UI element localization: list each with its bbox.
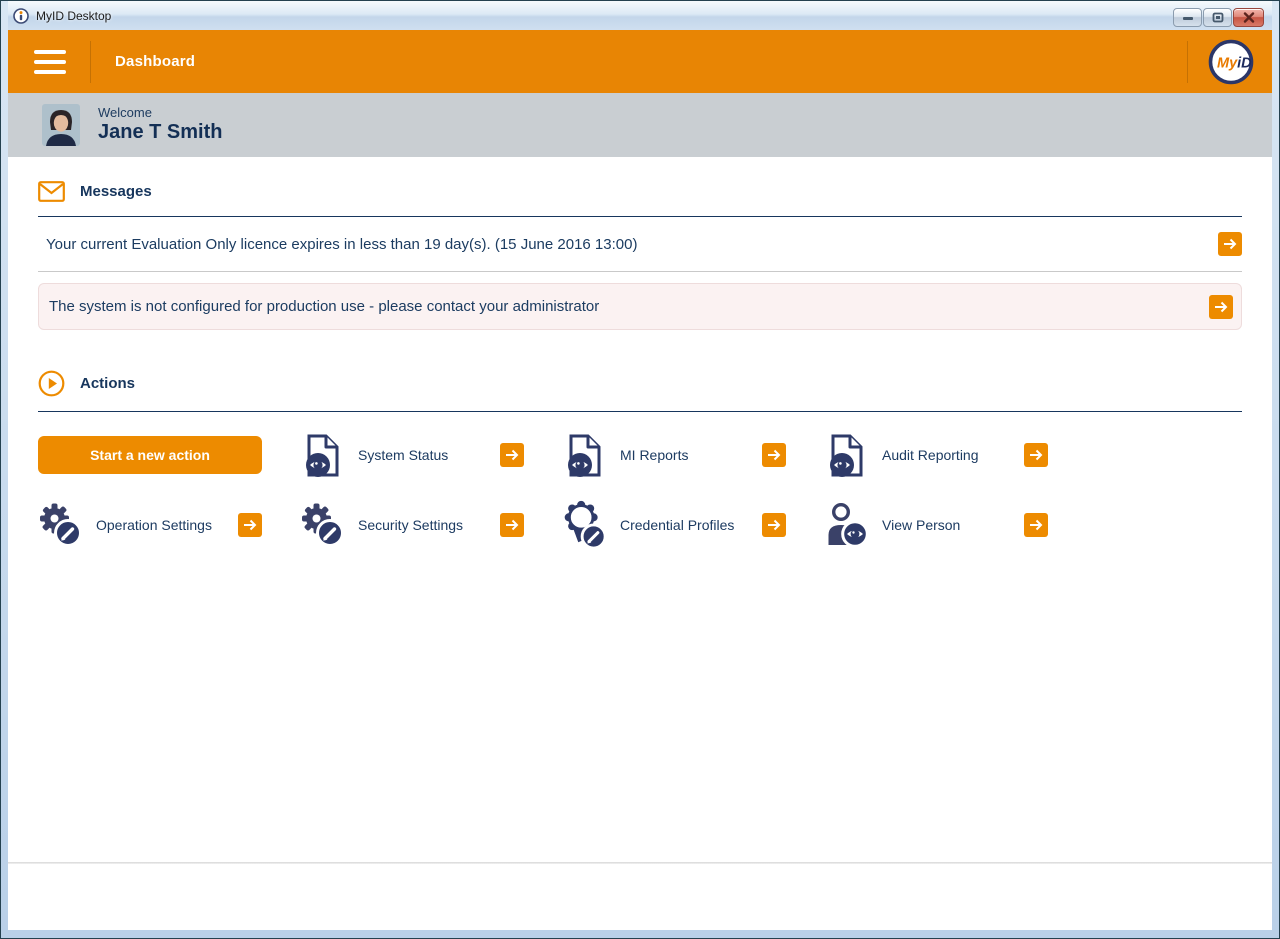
footer-area [8,864,1272,930]
arrow-right-icon [762,443,786,467]
messages-heading-label: Messages [80,183,152,200]
action-label: MI Reports [620,447,688,463]
arrow-right-icon [762,513,786,537]
arrow-right-icon [1218,232,1242,256]
play-icon [38,370,65,397]
action-open-button[interactable] [762,513,786,537]
close-icon [1243,12,1255,23]
badge-edit-icon [562,502,608,548]
header-divider [90,41,91,83]
action-label: Audit Reporting [882,447,979,463]
action-label: Credential Profiles [620,517,734,533]
message-open-button[interactable] [1218,232,1242,256]
action-label: Security Settings [358,517,463,533]
action-open-button[interactable] [238,513,262,537]
action-open-button[interactable] [1024,513,1048,537]
action-open-button[interactable] [500,513,524,537]
action-open-button[interactable] [500,443,524,467]
gear-edit-icon [300,502,346,548]
start-new-action-button[interactable]: Start a new action [38,436,262,474]
app-icon [13,8,29,24]
arrow-right-icon [1024,443,1048,467]
arrow-right-icon [500,443,524,467]
action-label: Operation Settings [96,517,212,533]
message-text: Your current Evaluation Only licence exp… [46,236,637,253]
action-item-view-person[interactable]: View Person [824,502,1086,548]
actions-heading: Actions [38,370,1242,397]
action-open-button[interactable] [1024,443,1048,467]
action-label: View Person [882,517,960,533]
action-item-security-settings[interactable]: Security Settings [300,502,562,548]
svg-text:MyiD: MyiD [1217,55,1252,71]
action-open-button[interactable] [762,443,786,467]
close-button[interactable] [1233,8,1264,27]
report-eye-icon [300,432,346,478]
maximize-icon [1212,12,1224,23]
avatar [42,104,80,146]
message-row-alert[interactable]: The system is not configured for product… [38,283,1242,330]
header-divider [1187,41,1188,83]
minimize-icon [1182,13,1194,23]
brand-logo: MyiD [1208,39,1254,85]
user-name: Jane T Smith [98,121,222,144]
messages-heading: Messages [38,181,1242,202]
message-open-button[interactable] [1209,295,1233,319]
report-eye-icon [562,432,608,478]
maximize-button[interactable] [1203,8,1232,27]
mail-icon [38,181,65,202]
app-window: MyID Desktop Dashboard MyiD [0,0,1280,939]
menu-button[interactable] [34,50,66,74]
action-item-system-status[interactable]: System Status [300,432,562,478]
window-title: MyID Desktop [36,9,111,23]
report-eye-icon [824,432,870,478]
welcome-label: Welcome [98,106,222,121]
app-header: Dashboard MyiD [8,30,1272,93]
hamburger-icon [34,50,66,54]
message-row-licence[interactable]: Your current Evaluation Only licence exp… [38,217,1242,271]
minimize-button[interactable] [1173,8,1202,27]
action-item-audit-reporting[interactable]: Audit Reporting [824,432,1086,478]
main-content: Messages Your current Evaluation Only li… [8,157,1272,930]
arrow-right-icon [1024,513,1048,537]
gear-edit-icon [38,502,84,548]
action-item-operation-settings[interactable]: Operation Settings [38,502,300,548]
arrow-right-icon [238,513,262,537]
row-divider [38,271,1242,272]
section-divider [38,411,1242,412]
action-item-credential-profiles[interactable]: Credential Profiles [562,502,824,548]
action-label: System Status [358,447,448,463]
welcome-bar: Welcome Jane T Smith [8,93,1272,157]
action-item-mi-reports[interactable]: MI Reports [562,432,824,478]
actions-grid: Start a new action System Status MI Repo… [38,432,1242,548]
arrow-right-icon [1209,295,1233,319]
page-title: Dashboard [115,53,195,70]
action-start-cell: Start a new action [38,432,300,478]
arrow-right-icon [500,513,524,537]
message-text: The system is not configured for product… [49,298,599,315]
window-titlebar[interactable]: MyID Desktop [8,1,1272,30]
person-eye-icon [824,502,870,548]
actions-heading-label: Actions [80,375,135,392]
